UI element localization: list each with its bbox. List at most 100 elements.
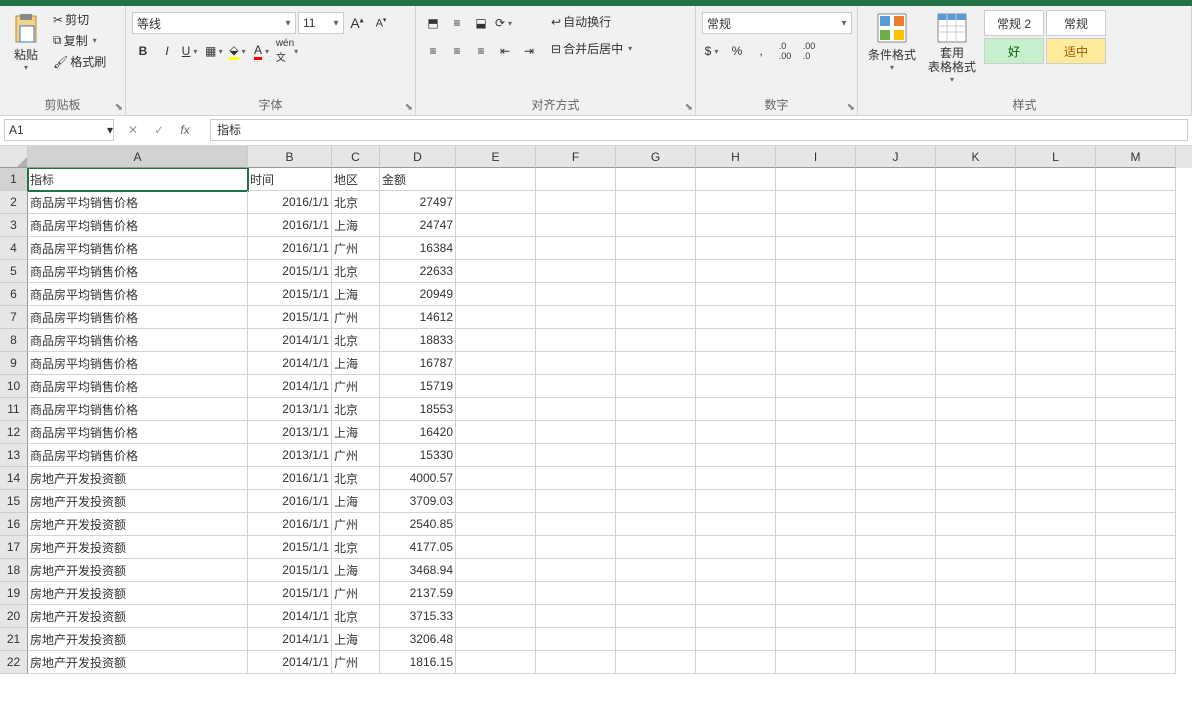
- cell[interactable]: [456, 329, 536, 352]
- cell[interactable]: [1016, 352, 1096, 375]
- cell[interactable]: [536, 490, 616, 513]
- cell[interactable]: [936, 375, 1016, 398]
- cell[interactable]: [1016, 582, 1096, 605]
- cell[interactable]: [536, 536, 616, 559]
- cell[interactable]: [456, 513, 536, 536]
- cell[interactable]: [616, 168, 696, 191]
- dialog-launcher-icon[interactable]: ⬊: [115, 102, 123, 113]
- column-header[interactable]: J: [856, 146, 936, 168]
- cell[interactable]: 房地产开发投资额: [28, 490, 248, 513]
- decrease-indent-button[interactable]: ⇤: [494, 40, 516, 62]
- cell[interactable]: 广州: [332, 444, 380, 467]
- dialog-launcher-icon[interactable]: ⬊: [847, 102, 855, 113]
- cell[interactable]: [616, 490, 696, 513]
- cell[interactable]: 商品房平均销售价格: [28, 375, 248, 398]
- cell[interactable]: 房地产开发投资额: [28, 513, 248, 536]
- cell[interactable]: [616, 559, 696, 582]
- row-header[interactable]: 9: [0, 352, 28, 375]
- cell[interactable]: 3206.48: [380, 628, 456, 651]
- table-format-button[interactable]: 套用 表格格式 ▾: [922, 8, 982, 88]
- merge-center-button[interactable]: ⊟ 合并后居中 ▾: [548, 39, 638, 58]
- cell[interactable]: [1016, 191, 1096, 214]
- decrease-decimal-button[interactable]: .00.0: [798, 40, 820, 62]
- cell[interactable]: 北京: [332, 467, 380, 490]
- cell[interactable]: [856, 306, 936, 329]
- column-header[interactable]: I: [776, 146, 856, 168]
- select-all-corner[interactable]: [0, 146, 28, 168]
- cell[interactable]: 2016/1/1: [248, 513, 332, 536]
- copy-button[interactable]: ⧉ 复制 ▾: [50, 31, 109, 50]
- cell[interactable]: [856, 237, 936, 260]
- cell[interactable]: 18553: [380, 398, 456, 421]
- cell[interactable]: [856, 536, 936, 559]
- cell[interactable]: [696, 421, 776, 444]
- cell[interactable]: [1096, 375, 1176, 398]
- cell[interactable]: [936, 214, 1016, 237]
- cell[interactable]: 上海: [332, 559, 380, 582]
- orientation-button[interactable]: ⟳▾: [494, 12, 516, 34]
- cell[interactable]: 4000.57: [380, 467, 456, 490]
- cell[interactable]: [536, 214, 616, 237]
- cell[interactable]: [936, 329, 1016, 352]
- cell[interactable]: 房地产开发投资额: [28, 559, 248, 582]
- cell[interactable]: [696, 191, 776, 214]
- cell[interactable]: 2137.59: [380, 582, 456, 605]
- cell[interactable]: [616, 467, 696, 490]
- cell[interactable]: 2014/1/1: [248, 651, 332, 674]
- cell[interactable]: 商品房平均销售价格: [28, 191, 248, 214]
- cell[interactable]: [536, 421, 616, 444]
- cell[interactable]: [1016, 168, 1096, 191]
- cell[interactable]: 上海: [332, 214, 380, 237]
- row-header[interactable]: 11: [0, 398, 28, 421]
- cell[interactable]: 2016/1/1: [248, 467, 332, 490]
- cell[interactable]: [856, 168, 936, 191]
- cell[interactable]: 商品房平均销售价格: [28, 398, 248, 421]
- cell[interactable]: [696, 513, 776, 536]
- cell[interactable]: [936, 651, 1016, 674]
- cell[interactable]: [776, 651, 856, 674]
- cell[interactable]: [776, 582, 856, 605]
- cell[interactable]: 上海: [332, 628, 380, 651]
- cell[interactable]: [936, 352, 1016, 375]
- cell[interactable]: [456, 237, 536, 260]
- column-header[interactable]: B: [248, 146, 332, 168]
- cell[interactable]: [696, 398, 776, 421]
- cell[interactable]: [616, 605, 696, 628]
- cell[interactable]: [616, 306, 696, 329]
- dialog-launcher-icon[interactable]: ⬊: [405, 102, 413, 113]
- cell[interactable]: 15719: [380, 375, 456, 398]
- cell[interactable]: [696, 444, 776, 467]
- cell[interactable]: [776, 329, 856, 352]
- cell[interactable]: [536, 329, 616, 352]
- cell[interactable]: [536, 260, 616, 283]
- cell[interactable]: [1016, 375, 1096, 398]
- cell[interactable]: [856, 605, 936, 628]
- cell[interactable]: 2014/1/1: [248, 352, 332, 375]
- cell[interactable]: [616, 628, 696, 651]
- cell[interactable]: [856, 444, 936, 467]
- row-header[interactable]: 5: [0, 260, 28, 283]
- row-header[interactable]: 19: [0, 582, 28, 605]
- cell[interactable]: 广州: [332, 237, 380, 260]
- cell[interactable]: 3468.94: [380, 559, 456, 582]
- cell[interactable]: [776, 168, 856, 191]
- underline-button[interactable]: U▾: [180, 40, 202, 62]
- cell[interactable]: [696, 260, 776, 283]
- cell[interactable]: [1096, 398, 1176, 421]
- cut-button[interactable]: ✂ 剪切: [50, 10, 109, 29]
- cell[interactable]: [616, 237, 696, 260]
- cell[interactable]: [536, 582, 616, 605]
- cell[interactable]: [1016, 444, 1096, 467]
- row-header[interactable]: 1: [0, 168, 28, 191]
- cell[interactable]: [776, 467, 856, 490]
- cell[interactable]: [696, 214, 776, 237]
- cell[interactable]: [456, 421, 536, 444]
- font-size-combo[interactable]: 11 ▾: [298, 12, 344, 34]
- cell[interactable]: [936, 467, 1016, 490]
- cell[interactable]: [1096, 467, 1176, 490]
- cell[interactable]: [936, 490, 1016, 513]
- cell[interactable]: [1096, 329, 1176, 352]
- cell[interactable]: [936, 237, 1016, 260]
- cell[interactable]: 2013/1/1: [248, 398, 332, 421]
- cell[interactable]: [1016, 214, 1096, 237]
